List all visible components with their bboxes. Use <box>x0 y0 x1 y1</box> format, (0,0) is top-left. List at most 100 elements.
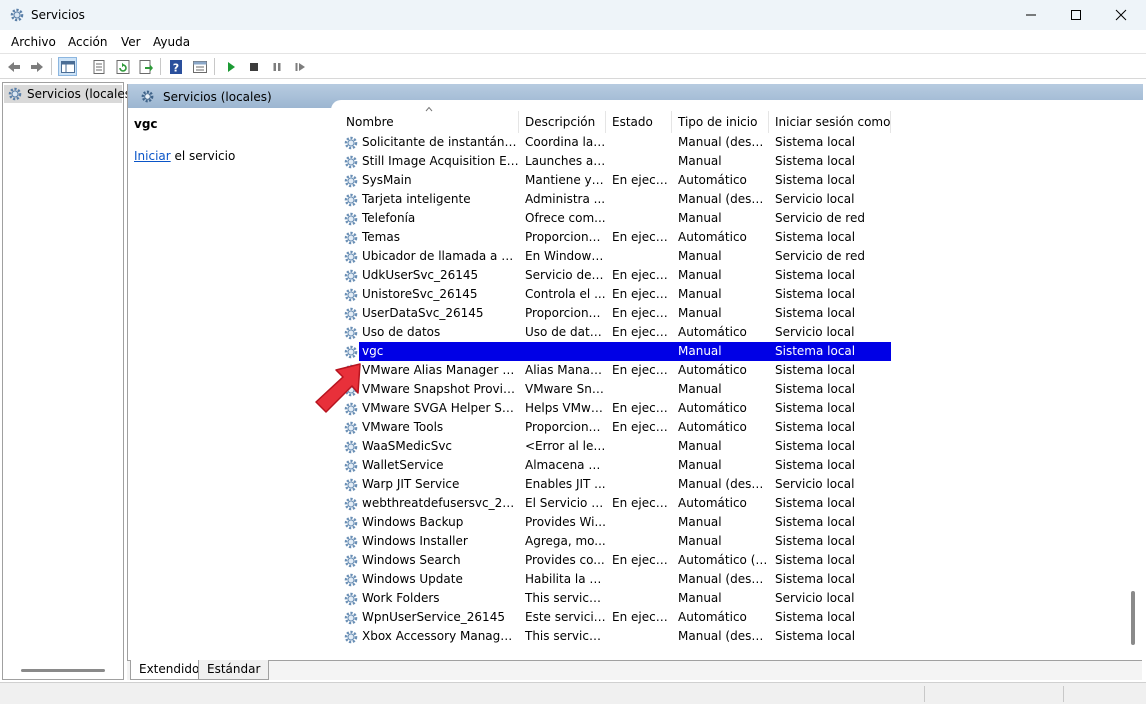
table-row[interactable]: VMware Tools Proporciona... En ejecu... Aut… <box>340 418 900 437</box>
table-row[interactable]: Solicitante de instantáneas ... Coordina … <box>340 133 900 152</box>
column-header-estado[interactable]: Estado <box>606 111 672 133</box>
restart-icon <box>295 62 305 71</box>
table-row[interactable]: Warp JIT Service Enables JIT ... Manual (d… <box>340 475 900 494</box>
cell-tipo-de-inicio: Manual <box>672 304 769 323</box>
table-row[interactable]: Ubicador de llamada a proc... En Windows.… <box>340 247 900 266</box>
cell-text: En ejecu... <box>612 287 672 301</box>
cell-text: Agrega, mo... <box>525 534 606 548</box>
table-row[interactable]: Still Image Acquisition Events Launches a… <box>340 152 900 171</box>
cell-tipo-de-inicio: Automático <box>672 171 769 190</box>
cell-nombre: VMware Tools <box>340 418 519 437</box>
cell-iniciar-sesion-como: Servicio local <box>769 190 891 209</box>
tab-extendido[interactable]: Extendido <box>130 660 209 680</box>
cell-nombre: Temas <box>340 228 519 247</box>
table-row[interactable]: Xbox Accessory Manageme... This service .… <box>340 627 900 646</box>
column-header-descripcion[interactable]: Descripción <box>519 111 606 133</box>
cell-iniciar-sesion-como: Sistema local <box>769 627 891 646</box>
table-row[interactable]: Windows Search Provides co... En ejecu... A… <box>340 551 900 570</box>
table-row[interactable]: VMware SVGA Helper Service Helps VMwa... E… <box>340 399 900 418</box>
table-row[interactable]: VMware Alias Manager and ... Alias Manag.… <box>340 361 900 380</box>
cell-descripcion: Administra ... <box>519 190 606 209</box>
table-row[interactable]: webthreatdefusersvc_26145 El Servicio d..… <box>340 494 900 513</box>
start-service-button[interactable] <box>221 57 240 76</box>
toolbar-separator <box>214 58 215 75</box>
close-button[interactable] <box>1098 0 1144 30</box>
column-headers: Nombre Descripción Estado Tipo de inicio… <box>340 106 900 133</box>
cell-text: Habilita la d... <box>525 572 606 586</box>
forward-button[interactable] <box>27 57 46 76</box>
table-row[interactable]: Tarjeta inteligente Administra ... Manual … <box>340 190 900 209</box>
cell-text: Automático <box>678 401 747 415</box>
table-row[interactable]: Work Folders This service ... Manual Servic… <box>340 589 900 608</box>
services-gear-icon <box>10 8 24 22</box>
cell-nombre: Telefonía <box>340 209 519 228</box>
column-header-tipo-de-inicio[interactable]: Tipo de inicio <box>672 111 769 133</box>
cell-iniciar-sesion-como: Sistema local <box>769 399 891 418</box>
table-row[interactable]: UdkUserSvc_26145 Servicio de c... En ejecu… <box>340 266 900 285</box>
show-hide-console-tree-button[interactable] <box>58 57 77 76</box>
close-icon <box>1115 9 1127 21</box>
cell-text: Sistema local <box>775 458 856 472</box>
pause-service-button[interactable] <box>267 57 286 76</box>
detail-action: Iniciar el servicio <box>134 149 235 163</box>
cell-text: SysMain <box>362 173 412 187</box>
cell-estado: En ejecu... <box>606 323 672 342</box>
cell-text: WaaSMedicSvc <box>362 439 453 453</box>
table-row[interactable]: WalletService Almacena o ... Manual Sistema… <box>340 456 900 475</box>
menu-ver[interactable]: Ver <box>121 35 141 49</box>
cell-nombre: Ubicador de llamada a proc... <box>340 247 519 266</box>
cell-text: Temas <box>362 230 400 244</box>
table-row[interactable]: Windows Backup Provides Wi... Manual Sistem… <box>340 513 900 532</box>
cell-iniciar-sesion-como: Sistema local <box>769 304 891 323</box>
restart-service-button[interactable] <box>290 57 309 76</box>
title-bar: Servicios <box>0 0 1146 30</box>
table-row[interactable]: WaaSMedicSvc <Error al lee... Manual Sistem… <box>340 437 900 456</box>
export-list-button[interactable] <box>136 57 155 76</box>
vertical-scrollbar[interactable] <box>1131 591 1135 645</box>
table-row[interactable]: vgc Manual Sistema local <box>340 342 900 361</box>
cell-iniciar-sesion-como: Sistema local <box>769 228 891 247</box>
help-button[interactable]: ? <box>166 57 185 76</box>
table-row[interactable]: WpnUserService_26145 Este servicio... En e… <box>340 608 900 627</box>
console-view-button[interactable] <box>190 57 209 76</box>
column-header-nombre[interactable]: Nombre <box>340 111 519 133</box>
cell-text: Still Image Acquisition Events <box>362 154 519 168</box>
cell-descripcion: Enables JIT ... <box>519 475 606 494</box>
refresh-button[interactable] <box>113 57 132 76</box>
cell-iniciar-sesion-como: Sistema local <box>769 133 891 152</box>
menu-ayuda[interactable]: Ayuda <box>153 35 190 49</box>
cell-text: Tarjeta inteligente <box>362 192 471 206</box>
table-row[interactable]: VMware Snapshot Provider VMware Sna... Man… <box>340 380 900 399</box>
table-row[interactable]: Telefonía Ofrece com... Manual Servicio de … <box>340 209 900 228</box>
stop-service-button[interactable] <box>244 57 263 76</box>
cell-text: Sistema local <box>775 629 856 643</box>
cell-iniciar-sesion-como: Sistema local <box>769 152 891 171</box>
table-row[interactable]: SysMain Mantiene y ... En ejecu... Automáti… <box>340 171 900 190</box>
cell-text: Servicio local <box>775 325 855 339</box>
menu-accion[interactable]: Acción <box>68 35 107 49</box>
tree-item-services-local[interactable]: Servicios (locales) <box>4 85 136 103</box>
cell-tipo-de-inicio: Manual <box>672 532 769 551</box>
table-row[interactable]: Temas Proporciona... En ejecu... Automático… <box>340 228 900 247</box>
horizontal-scrollbar[interactable] <box>21 669 105 672</box>
tab-estandar[interactable]: Estándar <box>198 660 270 680</box>
cell-descripcion: This service ... <box>519 627 606 646</box>
table-row[interactable]: Windows Update Habilita la d... Manual (de… <box>340 570 900 589</box>
maximize-button[interactable] <box>1053 0 1099 30</box>
table-row[interactable]: UserDataSvc_26145 Proporciona... En ejecu.… <box>340 304 900 323</box>
status-bar <box>0 682 1146 704</box>
table-row[interactable]: Uso de datos Uso de dato... En ejecu... Aut… <box>340 323 900 342</box>
table-row[interactable]: Windows Installer Agrega, mo... Manual Sist… <box>340 532 900 551</box>
minimize-icon <box>1026 14 1036 16</box>
minimize-button[interactable] <box>1008 0 1054 30</box>
start-service-link[interactable]: Iniciar <box>134 149 171 163</box>
cell-text: Provides co... <box>525 553 605 567</box>
cell-text: Manual <box>678 306 722 320</box>
column-header-iniciar-sesion-como[interactable]: Iniciar sesión como <box>769 111 891 133</box>
cell-text: Manual <box>678 287 722 301</box>
properties-sheet-button[interactable] <box>89 57 108 76</box>
cell-text: Helps VMwa... <box>525 401 606 415</box>
back-button[interactable] <box>4 57 23 76</box>
menu-archivo[interactable]: Archivo <box>11 35 56 49</box>
table-row[interactable]: UnistoreSvc_26145 Controla el ... En ejecu… <box>340 285 900 304</box>
